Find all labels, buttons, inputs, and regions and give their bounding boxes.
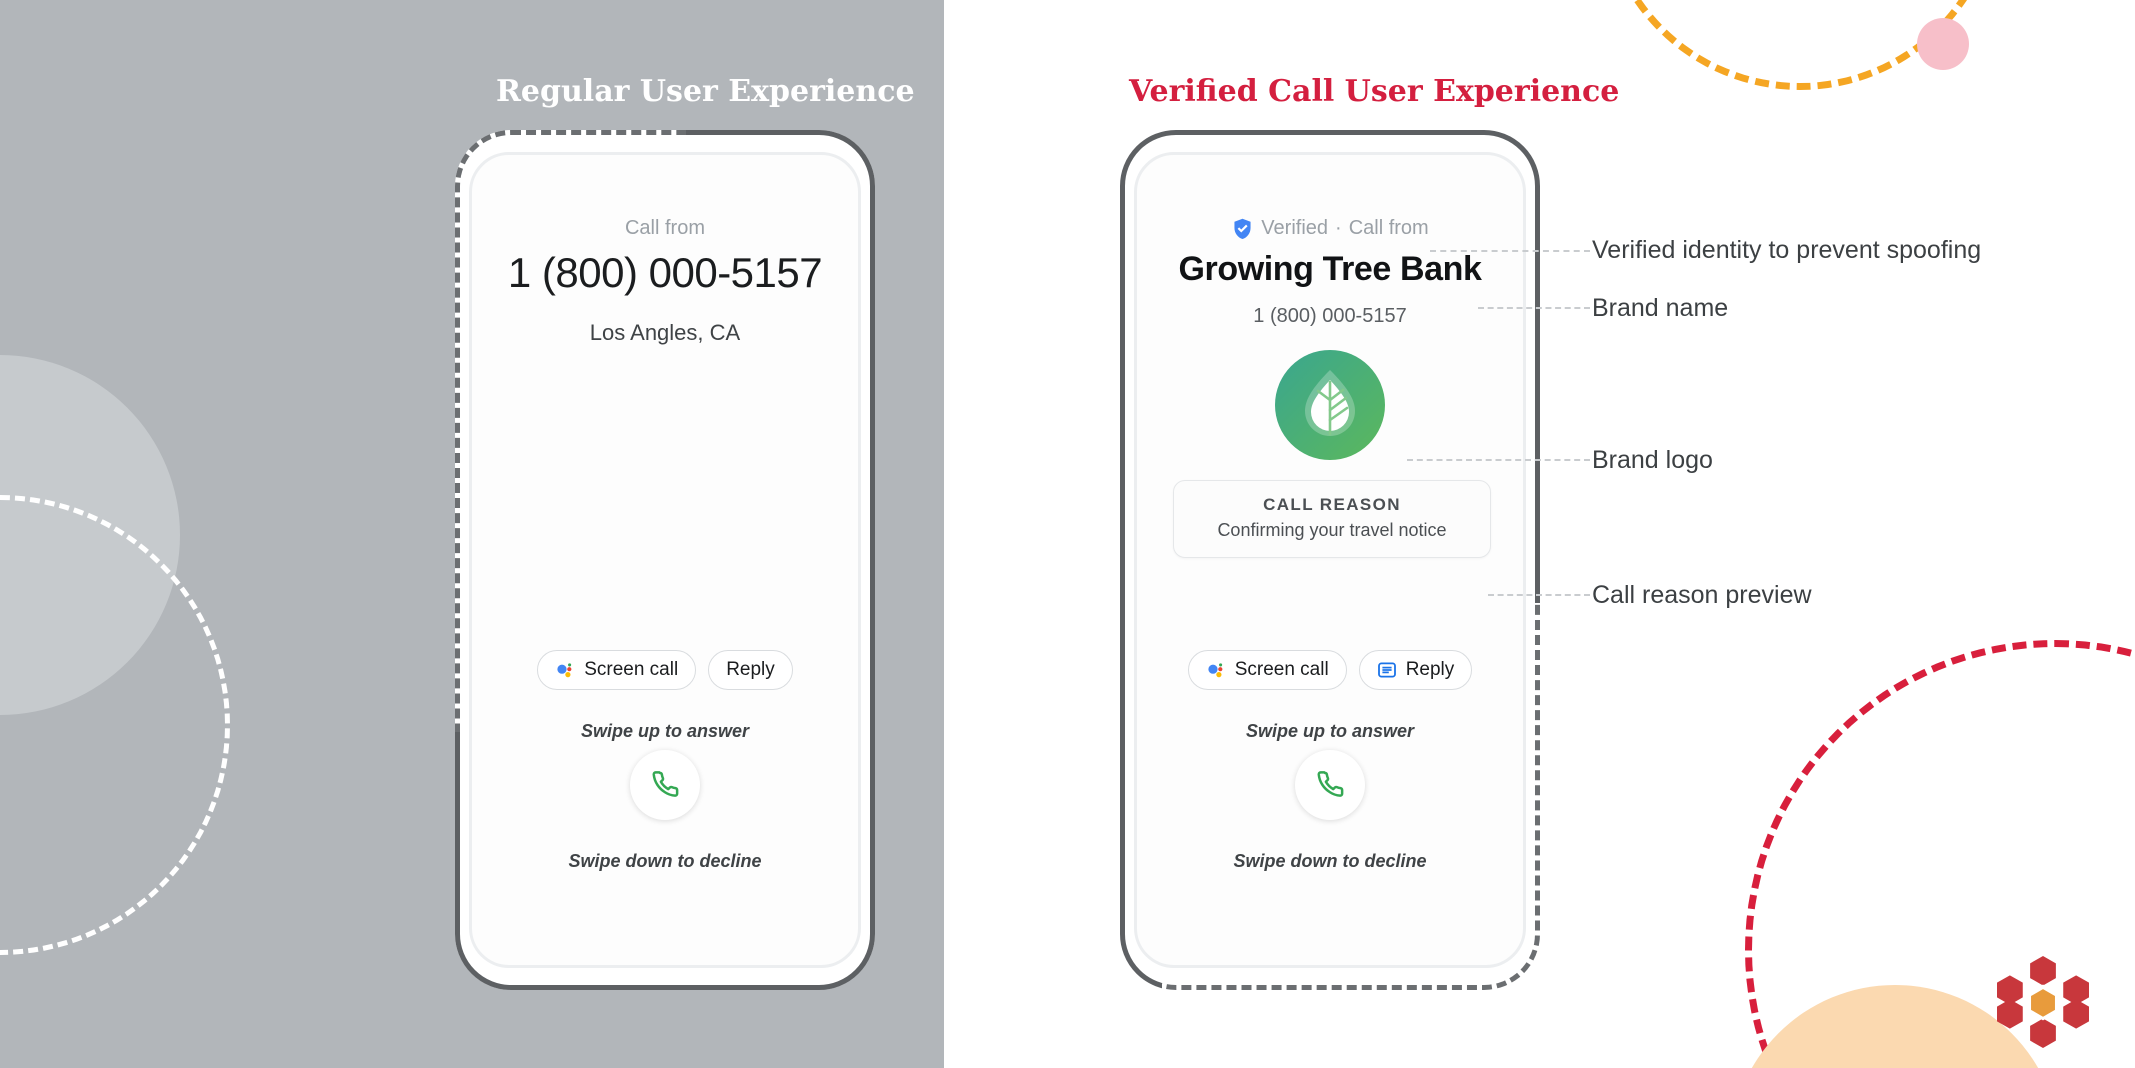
- brand-name: Growing Tree Bank: [1178, 250, 1482, 288]
- decorative-white-dashed-circle: [0, 495, 230, 955]
- call-actions-row: Screen call Reply: [1137, 650, 1523, 690]
- screen-call-label: Screen call: [584, 659, 679, 680]
- answer-button-wrap: [1137, 750, 1523, 820]
- annotation-verified-identity: Verified identity to prevent spoofing: [1592, 236, 1982, 264]
- google-assistant-icon: [1206, 660, 1226, 680]
- leader-line-call-reason: [1488, 594, 1590, 596]
- decorative-pink-dot: [1917, 18, 1969, 70]
- screen-call-button[interactable]: Screen call: [1187, 650, 1347, 690]
- regular-call-phone-mockup: Call from 1 (800) 000-5157 Los Angles, C…: [455, 130, 875, 990]
- swipe-down-hint: Swipe down to decline: [568, 851, 762, 871]
- shield-check-icon: [1231, 217, 1254, 240]
- brand-logo-wrap: [1137, 350, 1523, 460]
- answer-call-button[interactable]: [630, 750, 700, 820]
- google-assistant-icon: [555, 660, 575, 680]
- call-from-label: Call from: [1348, 217, 1429, 239]
- left-section-title: Regular User Experience: [496, 74, 915, 109]
- screen-call-button[interactable]: Screen call: [537, 650, 697, 690]
- annotation-call-reason-preview: Call reason preview: [1592, 581, 1812, 609]
- leader-line-brand-logo: [1407, 459, 1590, 461]
- verified-call-phone-mockup: Verified · Call from Growing Tree Bank 1…: [1120, 130, 1540, 990]
- swipe-up-hint: Swipe up to answer: [1245, 721, 1415, 741]
- green-leaf-logo-icon: [1275, 350, 1385, 460]
- call-from-label: Call from: [624, 217, 705, 239]
- reply-label: Reply: [1405, 659, 1455, 680]
- screen-call-label: Screen call: [1234, 659, 1329, 680]
- caller-phone-number: 1 (800) 000-5157: [1253, 305, 1407, 327]
- verified-call-screen: Verified · Call from Growing Tree Bank 1…: [1134, 152, 1526, 968]
- swipe-down-hint: Swipe down to decline: [1233, 851, 1427, 871]
- screenshot-root: Regular User Experience Verified Call Us…: [0, 0, 2135, 1068]
- swipe-up-hint: Swipe up to answer: [580, 721, 750, 741]
- message-icon: [1377, 660, 1397, 680]
- answer-button-wrap: [472, 750, 858, 820]
- leader-line-brand-name: [1478, 307, 1590, 309]
- call-actions-row: Screen call Reply: [472, 650, 858, 690]
- caller-phone-number: 1 (800) 000-5157: [507, 249, 823, 296]
- leader-line-verified: [1430, 250, 1590, 252]
- caller-location: Los Angles, CA: [589, 320, 741, 345]
- phone-icon: [650, 768, 680, 803]
- right-section-title: Verified Call User Experience: [1129, 74, 1620, 109]
- phone-icon: [1315, 768, 1345, 803]
- reply-button[interactable]: Reply: [708, 650, 793, 690]
- reply-button[interactable]: Reply: [1358, 650, 1473, 690]
- annotation-brand-logo: Brand logo: [1592, 446, 1713, 474]
- reply-label: Reply: [726, 659, 775, 680]
- hexagon-cluster-logo-icon: [1997, 956, 2089, 1048]
- verified-call-from-row: Verified · Call from: [1137, 217, 1523, 240]
- call-reason-title: CALL REASON: [1263, 495, 1401, 514]
- annotation-brand-name: Brand name: [1592, 294, 1729, 322]
- verified-separator: ·: [1335, 217, 1342, 239]
- decorative-orange-dashed-arc: [1600, 0, 2000, 90]
- call-reason-card: CALL REASON Confirming your travel notic…: [1173, 480, 1491, 558]
- regular-call-screen: Call from 1 (800) 000-5157 Los Angles, C…: [469, 152, 861, 968]
- verified-label: Verified: [1261, 217, 1329, 239]
- answer-call-button[interactable]: [1295, 750, 1365, 820]
- call-reason-text: Confirming your travel notice: [1217, 520, 1447, 540]
